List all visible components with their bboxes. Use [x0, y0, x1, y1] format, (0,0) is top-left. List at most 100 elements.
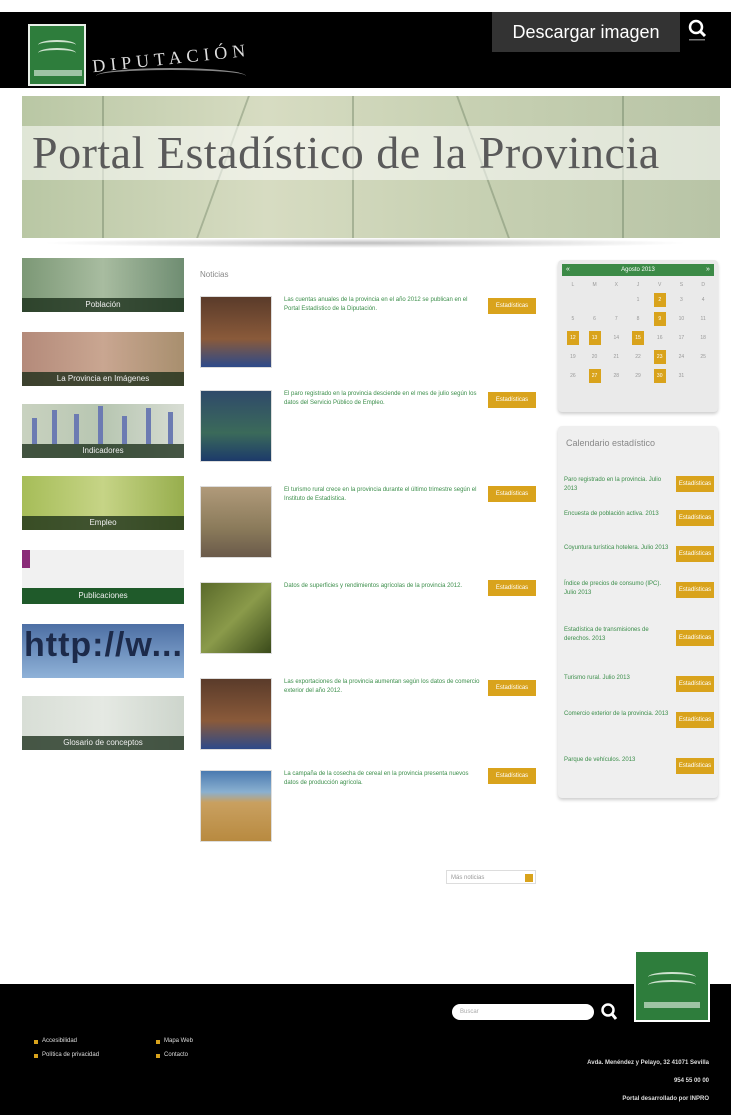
footer-link-mapa-web[interactable]: Mapa Web: [156, 1038, 193, 1044]
tile-enlaces-web[interactable]: http://w...: [22, 624, 184, 678]
events-calendar: « Agosto 2013 » L M X J V S D 1 2 3 4 5 6 7 8 9 10 11 12 13…: [558, 260, 718, 412]
calendar-day-number: 6: [593, 316, 596, 322]
stats-calendar-badge[interactable]: Estadísticas: [676, 676, 714, 692]
calendar-grid: L M X J V S D 1 2 3 4 5 6 7 8 9 10 11 12 13 14 15 16 17 18 19 20 21…: [562, 280, 714, 385]
calendar-weekday: M: [592, 282, 597, 288]
calendar-day: 19: [562, 349, 584, 366]
calendar-event-day[interactable]: 15: [627, 330, 649, 347]
calendar-day: 31: [671, 368, 693, 385]
news-thumbnail[interactable]: [200, 486, 272, 558]
calendar-weekday: S: [679, 282, 684, 288]
stats-calendar-item[interactable]: Turismo rural. Julio 2013: [564, 674, 672, 683]
calendar-event-day[interactable]: 2: [649, 292, 671, 309]
calendar-event-day[interactable]: 12: [562, 330, 584, 347]
news-thumbnail[interactable]: [200, 770, 272, 842]
calendar-event-day[interactable]: 27: [584, 368, 606, 385]
news-thumbnail[interactable]: [200, 390, 272, 462]
stats-calendar-badge[interactable]: Estadísticas: [676, 582, 714, 598]
news-category-badge[interactable]: Estadísticas: [488, 680, 536, 696]
stats-calendar-badge[interactable]: Estadísticas: [676, 630, 714, 646]
news-category-badge[interactable]: Estadísticas: [488, 298, 536, 314]
tile-empleo[interactable]: Empleo: [22, 476, 184, 530]
calendar-day: 3: [671, 292, 693, 309]
calendar-day-number: 25: [700, 354, 706, 360]
news-category-badge[interactable]: Estadísticas: [488, 768, 536, 784]
calendar-event-day[interactable]: 13: [584, 330, 606, 347]
calendar-header: « Agosto 2013 »: [562, 264, 714, 276]
calendar-day: 10: [671, 311, 693, 328]
calendar-event-day[interactable]: 9: [649, 311, 671, 328]
news-thumbnail[interactable]: [200, 582, 272, 654]
calendar-day-number: 28: [613, 373, 620, 379]
tile-poblacion[interactable]: Población: [22, 258, 184, 312]
tile-publicaciones[interactable]: Publicaciones: [22, 550, 184, 604]
news-item-text[interactable]: La campaña de la cosecha de cereal en la…: [284, 770, 482, 788]
calendar-day: 6: [584, 311, 606, 328]
search-input[interactable]: Buscar: [452, 1004, 594, 1020]
tile-caption: Glosario de conceptos: [22, 736, 184, 750]
calendar-day-number: 13: [588, 331, 601, 345]
tile-glosario[interactable]: Glosario de conceptos: [22, 696, 184, 750]
footer-address: Avda. Menéndez y Pelayo, 32 41071 Sevill…: [587, 1060, 709, 1066]
stats-calendar-badge[interactable]: Estadísticas: [676, 546, 714, 562]
tile-caption: Población: [22, 298, 184, 312]
stats-calendar-item[interactable]: Encuesta de población activa. 2013: [564, 510, 672, 519]
news-category-badge[interactable]: Estadísticas: [488, 580, 536, 596]
calendar-day-number: 12: [566, 331, 579, 345]
footer-link-accesibilidad[interactable]: Accesibilidad: [34, 1038, 77, 1044]
stats-calendar-item[interactable]: Estadística de transmisiones de derechos…: [564, 626, 672, 644]
stats-calendar-item[interactable]: Índice de precios de consumo (IPC). Juli…: [564, 580, 672, 598]
news-category-badge[interactable]: Estadísticas: [488, 486, 536, 502]
stats-calendar-item[interactable]: Comercio exterior de la provincia. 2013: [564, 710, 672, 719]
calendar-event-day[interactable]: 23: [649, 349, 671, 366]
hero-banner: Portal Estadístico de la Provincia: [22, 96, 720, 238]
calendar-day-number: 21: [613, 354, 620, 360]
calendar-weekday: D: [701, 282, 705, 288]
news-item-text[interactable]: El turismo rural crece en la provincia d…: [284, 486, 482, 504]
news-thumbnail[interactable]: [200, 296, 272, 368]
search-icon[interactable]: [687, 18, 707, 42]
calendar-day-number: 1: [636, 297, 640, 303]
news-item-text[interactable]: El paro registrado en la provincia desci…: [284, 390, 482, 408]
calendar-weekday: X: [614, 282, 618, 288]
stats-calendar-badge[interactable]: Estadísticas: [676, 476, 714, 492]
footer-link-privacidad[interactable]: Política de privacidad: [34, 1052, 99, 1058]
news-item-text[interactable]: Datos de superficies y rendimientos agrí…: [284, 582, 482, 591]
footer-copyright: Portal desarrollado por INPRO: [622, 1096, 709, 1102]
stats-calendar-badge[interactable]: Estadísticas: [676, 758, 714, 774]
arrow-right-icon: [525, 874, 533, 882]
calendar-day-number: 29: [635, 373, 641, 379]
stats-calendar-item[interactable]: Coyuntura turística hotelera. Julio 2013: [564, 544, 672, 553]
news-item-text[interactable]: Las exportaciones de la provincia aument…: [284, 678, 482, 696]
calendar-day: 17: [671, 330, 693, 347]
news-thumbnail[interactable]: [200, 678, 272, 750]
calendar-day: 16: [649, 330, 671, 347]
calendar-prev-button[interactable]: «: [562, 264, 574, 276]
calendar-event-day[interactable]: 30: [649, 368, 671, 385]
calendar-next-button[interactable]: »: [702, 264, 714, 276]
calendar-weekday: V: [658, 282, 662, 288]
tile-caption: http://w...: [24, 626, 183, 664]
stats-calendar-item[interactable]: Parque de vehículos. 2013: [564, 756, 672, 765]
stats-calendar-badge[interactable]: Estadísticas: [676, 510, 714, 526]
news-category-badge[interactable]: Estadísticas: [488, 392, 536, 408]
brand-arc-decoration: [96, 68, 246, 84]
stats-calendar-item[interactable]: Paro registrado en la provincia. Julio 2…: [564, 476, 672, 494]
search-icon[interactable]: [600, 1002, 618, 1022]
download-image-button[interactable]: Descargar imagen: [492, 12, 680, 52]
calendar-day-number: 26: [570, 373, 576, 379]
tile-caption: Empleo: [22, 516, 184, 530]
calendar-day-number: 22: [635, 354, 641, 360]
diputacion-logo[interactable]: [28, 24, 86, 86]
footer-link-contacto[interactable]: Contacto: [156, 1052, 188, 1058]
tile-indicadores[interactable]: Indicadores: [22, 404, 184, 458]
stats-calendar-badge[interactable]: Estadísticas: [676, 712, 714, 728]
calendar-day-number: 24: [678, 354, 685, 360]
calendar-day-number: 31: [678, 373, 685, 379]
stats-calendar-title: Calendario estadístico: [566, 438, 656, 448]
footer-diputacion-logo[interactable]: [634, 950, 710, 1022]
more-news-link[interactable]: Más noticias: [446, 870, 536, 884]
tile-caption: Indicadores: [22, 444, 184, 458]
news-item-text[interactable]: Las cuentas anuales de la provincia en e…: [284, 296, 482, 314]
tile-provincia-imagenes[interactable]: La Provincia en Imágenes: [22, 332, 184, 386]
